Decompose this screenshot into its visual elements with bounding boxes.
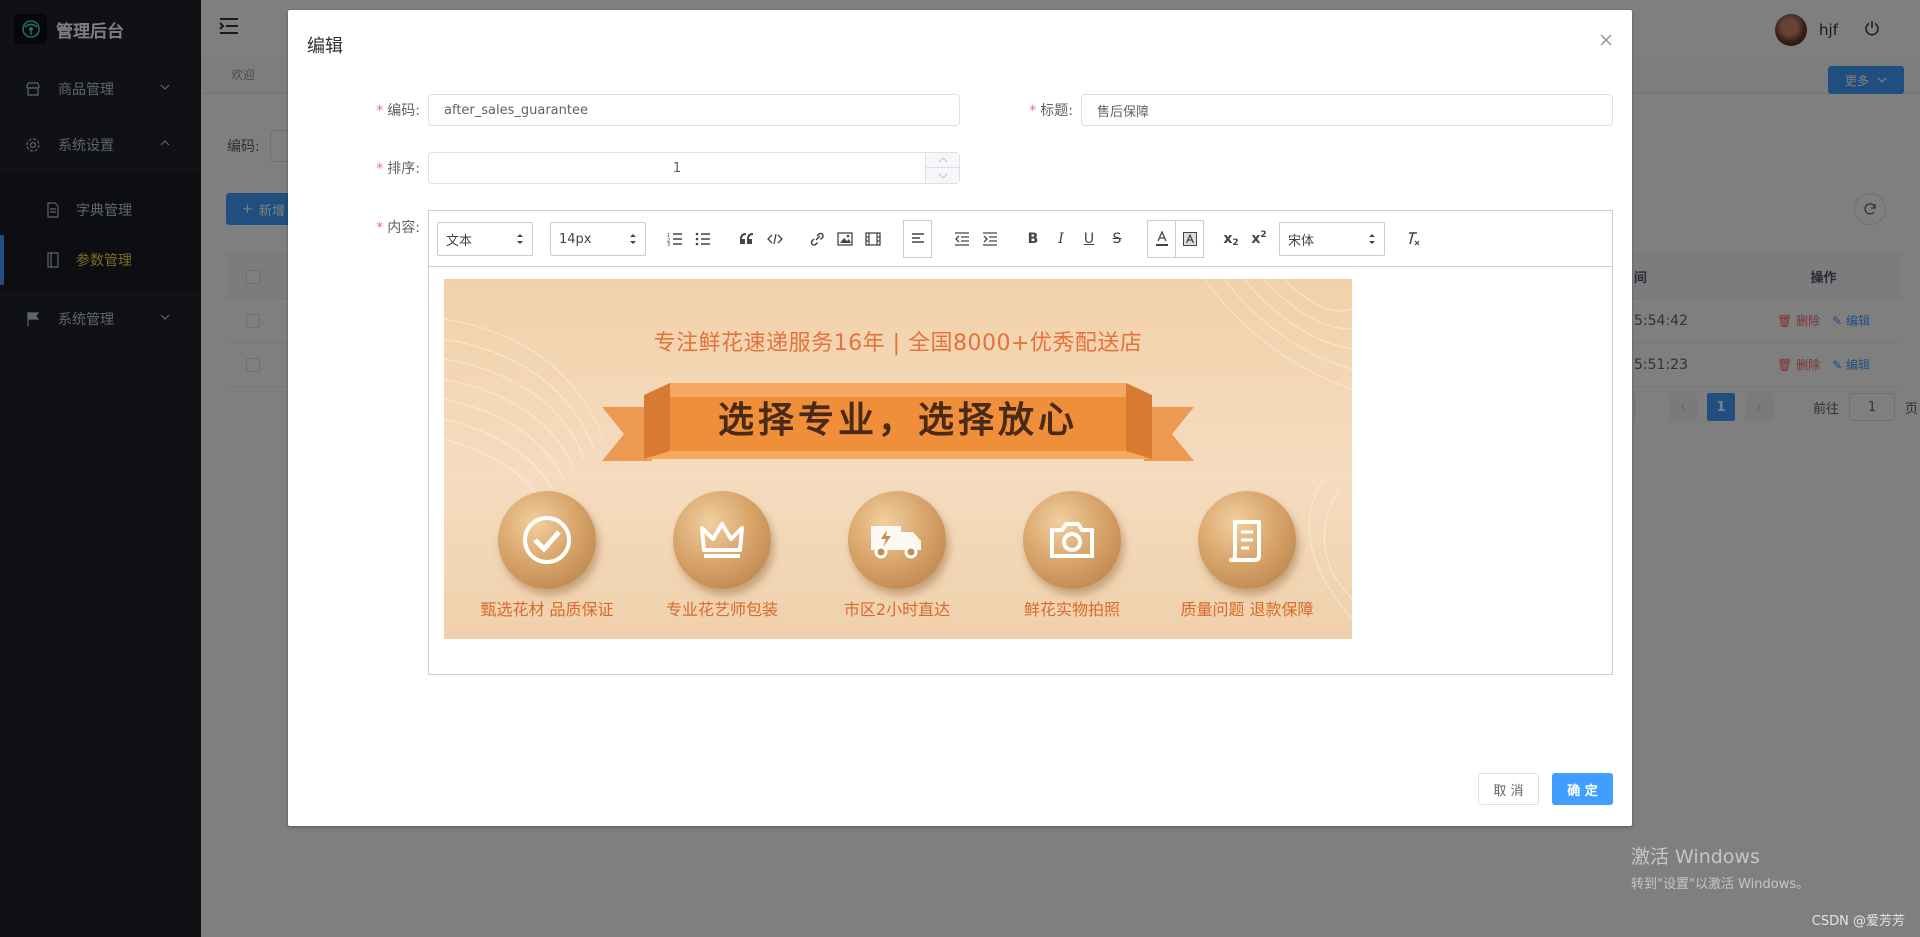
align-left-icon: [911, 233, 924, 243]
code-block-icon[interactable]: [763, 225, 787, 253]
check-icon: [498, 491, 596, 589]
select-arrows-icon: [1368, 232, 1376, 250]
windows-activation-title: 激活 Windows: [1631, 846, 1760, 868]
format-select[interactable]: 文本: [437, 222, 533, 256]
feature-florist: 专业花艺师包装: [637, 491, 807, 620]
truck-icon: [848, 491, 946, 589]
decrease-button[interactable]: [926, 168, 959, 183]
confirm-button[interactable]: 确 定: [1552, 773, 1613, 805]
windows-activation-hint: 转到"设置"以激活 Windows。: [1631, 877, 1810, 892]
sort-number-input[interactable]: 1: [428, 152, 960, 184]
sort-value[interactable]: 1: [429, 153, 925, 183]
feature-refund: 质量问题 退款保障: [1162, 491, 1332, 620]
font-family-select-value: 宋体: [1288, 233, 1315, 249]
align-select[interactable]: [903, 220, 932, 258]
italic-icon[interactable]: I: [1049, 225, 1073, 253]
format-select-value: 文本: [446, 233, 473, 249]
increase-button[interactable]: [926, 153, 959, 168]
editor-content[interactable]: 专注鲜花速递服务16年 | 全国8000+优秀配送店 选择专业，选择放心 甄选花…: [444, 279, 1352, 639]
video-icon[interactable]: [861, 225, 885, 253]
select-arrows-icon: [516, 232, 524, 250]
chevron-down-icon: [938, 173, 947, 179]
indent-icon[interactable]: [978, 225, 1002, 253]
sort-label: * 排序:: [376, 161, 420, 177]
feature-photo: 鲜花实物拍照: [987, 491, 1157, 620]
blockquote-icon[interactable]: [735, 225, 759, 253]
feature-caption: 专业花艺师包装: [665, 600, 778, 619]
feature-delivery: 市区2小时直达: [812, 491, 982, 620]
csdn-watermark: CSDN @爱芳芳: [1811, 914, 1905, 929]
image-icon[interactable]: [833, 225, 857, 253]
background-color-icon: [1182, 232, 1197, 246]
edit-dialog: 编辑 * 编码: after_sales_guarantee * 标题: 售后保障 …: [288, 10, 1632, 826]
code-field[interactable]: after_sales_guarantee: [428, 94, 960, 126]
chevron-up-icon: [938, 157, 947, 163]
font-size-select[interactable]: 14px: [550, 222, 646, 256]
svg-text:3: 3: [667, 242, 670, 246]
clear-format-icon[interactable]: [1401, 225, 1425, 253]
bold-icon[interactable]: B: [1021, 225, 1045, 253]
cancel-button[interactable]: 取 消: [1478, 773, 1539, 805]
title-field[interactable]: 售后保障: [1081, 94, 1613, 126]
banner-headline: 专注鲜花速递服务16年 | 全国8000+优秀配送店: [653, 331, 1143, 356]
outdent-icon[interactable]: [950, 225, 974, 253]
font-family-select[interactable]: 宋体: [1279, 222, 1385, 256]
subscript-icon[interactable]: x2: [1219, 225, 1243, 253]
content-label: * 内容:: [376, 220, 420, 236]
font-size-select-value: 14px: [559, 231, 592, 247]
feature-caption: 质量问题 退款保障: [1180, 600, 1314, 619]
title-label: * 标题:: [1029, 103, 1073, 119]
text-color-icon: [1155, 231, 1168, 246]
feature-caption: 鲜花实物拍照: [1023, 600, 1120, 619]
close-icon[interactable]: [1598, 32, 1614, 48]
receipt-icon: [1198, 491, 1296, 589]
editor-toolbar: 文本 14px 123 B I U S x 2 x 2 宋体: [429, 211, 1612, 267]
crown-icon: [673, 491, 771, 589]
ordered-list-icon[interactable]: 123: [663, 225, 687, 253]
sort-stepper: [925, 153, 959, 183]
select-arrows-icon: [629, 232, 637, 250]
camera-icon: [1023, 491, 1121, 589]
windows-activation-watermark: 激活 Windows 转到"设置"以激活 Windows。: [1631, 842, 1809, 892]
banner-ribbon-text: 选择专业，选择放心: [717, 399, 1078, 441]
code-label: * 编码:: [376, 103, 420, 119]
bullet-list-icon[interactable]: [691, 225, 715, 253]
dialog-title: 编辑: [307, 36, 343, 57]
feature-caption: 市区2小时直达: [843, 600, 951, 619]
link-icon[interactable]: [805, 225, 829, 253]
after-sales-banner-image: 专注鲜花速递服务16年 | 全国8000+优秀配送店 选择专业，选择放心 甄选花…: [444, 279, 1352, 639]
underline-icon[interactable]: U: [1077, 225, 1101, 253]
superscript-icon[interactable]: x2: [1247, 225, 1271, 253]
text-color-picker[interactable]: [1147, 220, 1176, 258]
rich-text-editor: 文本 14px 123 B I U S x 2 x 2 宋体 专注鲜花速递服务1…: [428, 210, 1613, 675]
strike-icon[interactable]: S: [1105, 225, 1129, 253]
feature-caption: 甄选花材 品质保证: [480, 600, 614, 619]
background-color-picker[interactable]: [1175, 220, 1204, 258]
feature-quality: 甄选花材 品质保证: [462, 491, 632, 620]
